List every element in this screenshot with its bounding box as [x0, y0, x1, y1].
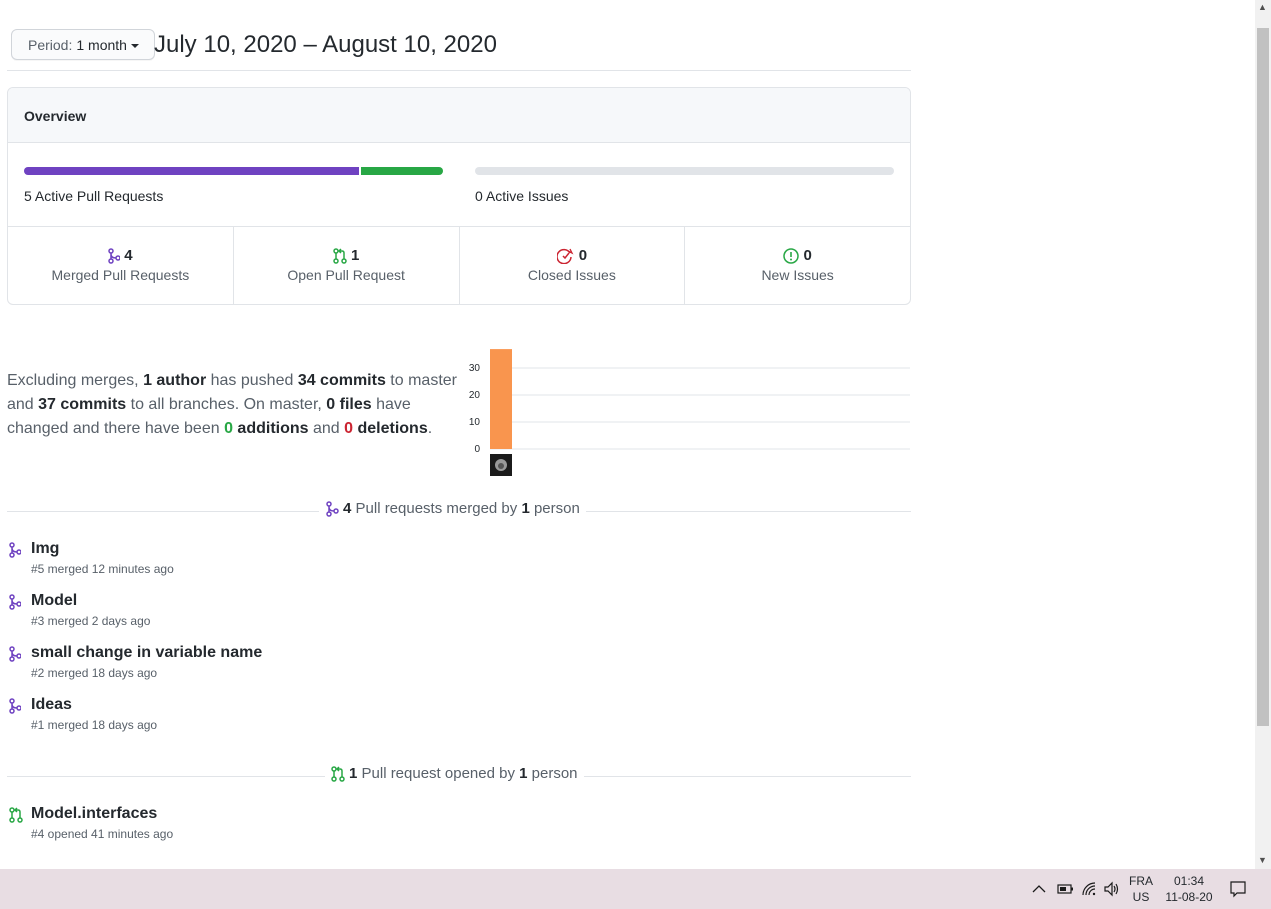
stat-open-pull-request[interactable]: 1 Open Pull Request: [234, 227, 460, 304]
active-prs-label: Active Pull Requests: [34, 188, 164, 204]
commit-summary: Excluding merges, 1 author has pushed 34…: [7, 369, 457, 441]
battery-icon[interactable]: [1056, 882, 1074, 896]
chart-y-tick-label: 30: [469, 363, 481, 374]
merged-section-text: Pull requests merged by: [351, 500, 522, 517]
active-issues-link[interactable]: 0 Active Issues: [475, 188, 568, 204]
open-bar-segment: [361, 167, 443, 175]
issue-closed-icon: [556, 248, 574, 264]
clock-time: 01:34: [1173, 874, 1205, 888]
summary-text: Excluding merges,: [7, 372, 144, 389]
scroll-up-arrow-icon[interactable]: ▲: [1258, 2, 1267, 12]
summary-deletions-count: 0: [344, 420, 354, 437]
stat-label: New Issues: [761, 267, 834, 283]
stat-new-issues[interactable]: 0 New Issues: [685, 227, 910, 304]
overview-box: Overview 5 Active Pull Requests 0 Active…: [7, 87, 911, 305]
period-value: 1 month: [76, 36, 127, 53]
stat-count: 0: [803, 247, 812, 264]
summary-additions-count: 0: [224, 420, 233, 437]
summary-additions-label: additions: [232, 420, 309, 437]
pr-title-link[interactable]: Ideas: [31, 696, 72, 714]
git-merge-icon: [9, 646, 21, 662]
merged-section-heading: 4 Pull requests merged by 1 person: [319, 500, 586, 517]
pulse-header: Period: 1 month July 10, 2020 – August 1…: [7, 0, 911, 71]
opened-section-heading: 1 Pull request opened by 1 person: [325, 765, 584, 782]
active-pull-requests-link[interactable]: 5 Active Pull Requests: [24, 188, 163, 204]
stat-label: Open Pull Request: [287, 267, 405, 283]
stat-count: 0: [578, 247, 588, 264]
issues-progress-bar[interactable]: [475, 167, 894, 175]
pr-title-link[interactable]: Img: [31, 540, 59, 558]
summary-text: has pushed: [206, 372, 298, 389]
merged-section-suffix: person: [529, 500, 580, 517]
chart-y-tick-label: 0: [474, 444, 480, 455]
input-language-indicator[interactable]: FRA US: [1128, 873, 1154, 905]
summary-text: and: [308, 420, 345, 437]
summary-files: 0 files: [326, 396, 372, 413]
stat-count: 1: [350, 247, 360, 264]
summary-commits-master: 34 commits: [297, 372, 386, 389]
summary-deletions-label: deletions: [353, 420, 428, 437]
git-merge-icon: [326, 500, 339, 517]
chart-y-tick-label: 10: [469, 417, 481, 428]
chart-y-tick-label: 20: [469, 390, 481, 401]
pr-title-link[interactable]: Model: [31, 592, 77, 610]
git-merge-icon: [9, 698, 21, 714]
summary-text: .: [427, 420, 433, 437]
period-dropdown-button[interactable]: Period: 1 month: [11, 29, 155, 60]
language-code: FRA: [1129, 874, 1153, 888]
stat-label: Closed Issues: [527, 267, 616, 283]
git-pull-request-icon: [9, 807, 23, 823]
pr-meta: #5 merged 12 minutes ago: [31, 562, 174, 576]
chevron-up-icon[interactable]: [1032, 884, 1046, 894]
active-prs-count: 5: [24, 188, 32, 204]
avatar-icon-detail: [498, 463, 504, 469]
commits-chart: 0 10 20 30: [469, 349, 910, 476]
stat-closed-issues[interactable]: 0 Closed Issues: [460, 227, 686, 304]
pr-meta: #4 opened 41 minutes ago: [31, 827, 174, 841]
active-issues-count: 0: [475, 188, 483, 204]
caret-down-icon: [130, 43, 139, 48]
merged-people-count: 1: [521, 500, 530, 517]
scroll-down-arrow-icon[interactable]: ▼: [1258, 855, 1267, 865]
pr-meta: #1 merged 18 days ago: [31, 718, 158, 732]
vertical-scrollbar[interactable]: ▲ ▼: [1255, 0, 1271, 869]
notification-center-icon[interactable]: [1229, 880, 1247, 898]
wifi-icon[interactable]: [1081, 881, 1097, 897]
scrollbar-thumb[interactable]: [1257, 28, 1269, 726]
stat-label: Merged Pull Requests: [51, 267, 190, 283]
keyboard-layout: US: [1132, 890, 1150, 904]
date-range-title: July 10, 2020 – August 10, 2020: [154, 31, 497, 58]
overview-title: Overview: [8, 88, 910, 143]
taskbar-clock[interactable]: 01:34 11-08-20: [1162, 873, 1216, 905]
git-pull-request-icon: [333, 247, 347, 264]
overview-stats: 4 Merged Pull Requests 1 Open Pull Reque…: [8, 227, 910, 304]
pr-meta: #2 merged 18 days ago: [31, 666, 158, 680]
stat-count: 4: [124, 247, 133, 264]
chart-bar: [490, 349, 512, 449]
git-merge-icon: [9, 542, 21, 558]
git-merge-icon: [9, 594, 21, 610]
git-pull-request-icon: [331, 765, 345, 782]
summary-commits-all: 37 commits: [38, 396, 127, 413]
overview-bars: 5 Active Pull Requests 0 Active Issues: [8, 143, 910, 227]
volume-icon[interactable]: [1103, 881, 1121, 897]
pr-title-link[interactable]: Model.interfaces: [31, 805, 157, 823]
pulse-page: Period: 1 month July 10, 2020 – August 1…: [0, 0, 1255, 869]
opened-section-text: Pull request opened by: [357, 765, 520, 782]
issue-opened-icon: [783, 247, 800, 264]
period-label: Period:: [28, 36, 73, 53]
pr-title-link[interactable]: small change in variable name: [31, 644, 262, 662]
clock-date: 11-08-20: [1165, 890, 1213, 904]
windows-taskbar: FRA US 01:34 11-08-20: [0, 869, 1271, 909]
summary-text: to all branches. On master,: [126, 396, 327, 413]
git-merge-icon: [108, 247, 121, 264]
opened-section-suffix: person: [527, 765, 578, 782]
active-issues-label: Active Issues: [485, 188, 569, 204]
summary-authors: 1 author: [143, 372, 207, 389]
pr-meta: #3 merged 2 days ago: [31, 614, 151, 628]
pull-requests-progress-bar[interactable]: [24, 167, 443, 175]
stat-merged-pull-requests[interactable]: 4 Merged Pull Requests: [8, 227, 234, 304]
merged-bar-segment: [24, 167, 360, 175]
